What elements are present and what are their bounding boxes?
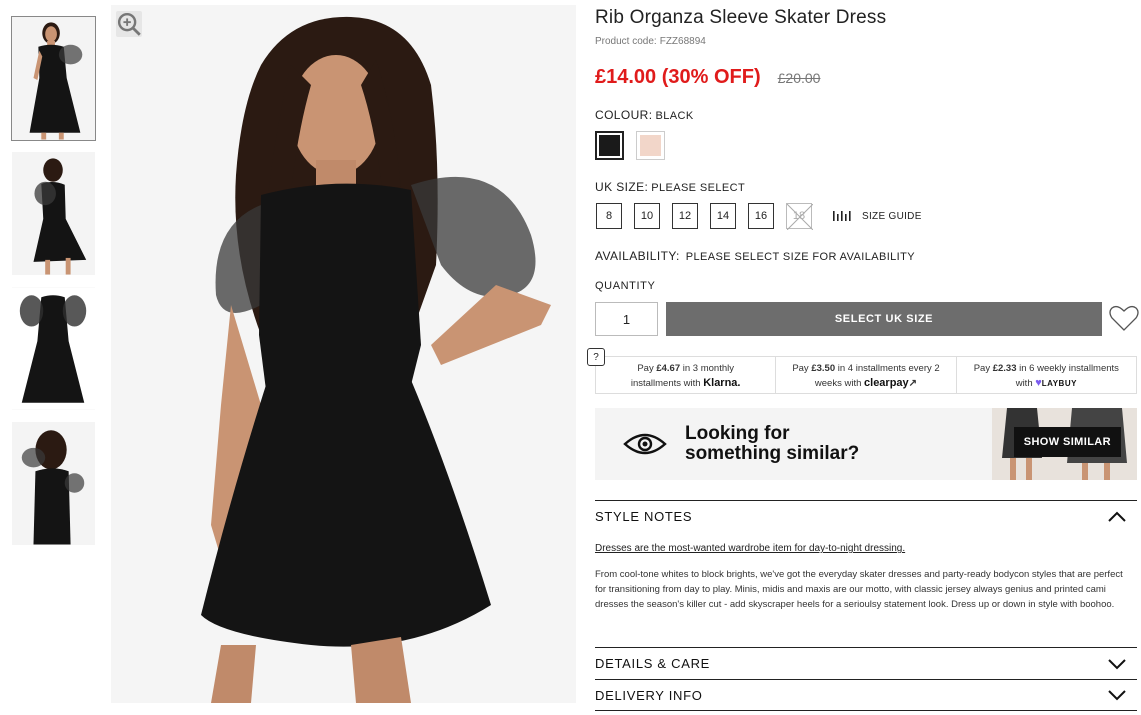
size-guide-label: SIZE GUIDE [862, 210, 922, 222]
chevron-down-icon [1107, 689, 1127, 701]
similar-line1: Looking for [685, 423, 790, 444]
ruler-icon [832, 210, 854, 222]
style-notes-title: STYLE NOTES [595, 509, 693, 524]
size-option-12[interactable]: 12 [672, 203, 698, 229]
details-care-accordion[interactable]: DETAILS & CARE [595, 647, 1137, 679]
clearpay-option[interactable]: Pay £3.50 in 4 installments every 2 week… [775, 356, 956, 394]
payment-options: Pay £4.67 in 3 monthly installments with… [595, 356, 1137, 394]
model-photo [111, 5, 576, 703]
colour-label-row: COLOUR: BLACK [595, 108, 694, 122]
unavailable-cross-icon [787, 204, 813, 230]
size-label: UK SIZE: [595, 180, 649, 194]
similar-photos: SHOW SIMILAR [992, 408, 1137, 480]
laybuy-logo: LAYBUY [1041, 379, 1077, 388]
size-options: 8 10 12 14 16 18 SIZE GUIDE [596, 203, 922, 230]
product-title: Rib Organza Sleeve Skater Dress [595, 7, 887, 28]
price-row: £14.00 (30% OFF) £20.00 [595, 66, 820, 89]
laybuy-mid: in 6 weekly installments [1016, 363, 1119, 374]
klarna-mid: in 3 monthly [680, 363, 734, 374]
klarna-pre: Pay [637, 363, 657, 374]
product-code-value: FZZ68894 [659, 36, 706, 47]
payment-help-button[interactable]: ? [587, 348, 605, 366]
klarna-amount: £4.67 [656, 363, 681, 374]
thumbnail-front-image [12, 17, 95, 140]
clearpay-amount: £3.50 [811, 363, 836, 374]
availability-row: AVAILABILITY: PLEASE SELECT SIZE FOR AVAI… [595, 249, 915, 263]
select-size-button[interactable]: SELECT UK SIZE [666, 302, 1102, 336]
quantity-input[interactable]: 1 [595, 302, 658, 336]
laybuy-amount: £2.33 [992, 363, 1017, 374]
size-option-14[interactable]: 14 [710, 203, 736, 229]
clearpay-line2: weeks with [814, 378, 865, 389]
similar-banner: Looking for something similar? SHOW SIMI… [595, 408, 1137, 480]
zoom-button[interactable] [116, 11, 142, 37]
size-label-row: UK SIZE: PLEASE SELECT [595, 180, 745, 194]
klarna-logo: Klarna. [703, 377, 741, 389]
size-option-8[interactable]: 8 [596, 203, 622, 229]
delivery-info-title: DELIVERY INFO [595, 687, 703, 703]
clearpay-logo: clearpay [864, 377, 909, 389]
product-code: Product code: FZZ68894 [595, 36, 706, 47]
laybuy-line2: with [1015, 378, 1036, 389]
thumbnail-back[interactable] [11, 421, 96, 546]
zoom-icon [117, 12, 141, 36]
main-product-image[interactable] [111, 5, 576, 703]
size-guide-link[interactable]: SIZE GUIDE [832, 210, 922, 222]
swatch-nude[interactable] [636, 131, 665, 160]
clearpay-mid: in 4 installments every 2 [835, 363, 940, 374]
eye-icon [623, 432, 667, 456]
clearpay-pre: Pay [792, 363, 812, 374]
thumbnail-flat-image [12, 287, 95, 410]
style-notes-heading: Dresses are the most-wanted wardrobe ite… [595, 543, 906, 554]
thumbnail-back-image [12, 422, 95, 545]
thumbnail-side-image [12, 152, 95, 275]
details-care-title: DETAILS & CARE [595, 656, 711, 671]
style-notes-body: From cool-tone whites to block brights, … [595, 569, 1123, 610]
chevron-up-icon [1107, 511, 1127, 523]
delivery-info-accordion[interactable]: DELIVERY INFO [595, 679, 1137, 711]
product-code-label: Product code: [595, 36, 657, 47]
swatch-nude-fill [640, 135, 661, 156]
laybuy-option[interactable]: Pay £2.33 in 6 weekly installments with … [955, 356, 1137, 394]
clearpay-arrow-icon: ↗ [908, 378, 918, 389]
thumbnail-gallery [11, 16, 97, 556]
show-similar-button[interactable]: SHOW SIMILAR [1013, 427, 1121, 457]
chevron-down-icon [1107, 658, 1127, 670]
colour-swatches [595, 131, 665, 160]
colour-label: COLOUR: [595, 108, 653, 122]
thumbnail-flat[interactable] [11, 286, 96, 411]
availability-label: AVAILABILITY: [595, 249, 680, 263]
similar-text: Looking for something similar? [685, 424, 859, 464]
swatch-black-fill [599, 135, 620, 156]
wishlist-button[interactable] [1109, 303, 1139, 333]
swatch-black[interactable] [595, 131, 624, 160]
sale-price: £14.00 (30% OFF) [595, 66, 761, 88]
klarna-option[interactable]: Pay £4.67 in 3 monthly installments with… [595, 356, 776, 394]
thumbnail-side[interactable] [11, 151, 96, 276]
heart-icon [1109, 305, 1139, 331]
quantity-label: QUANTITY [595, 280, 656, 292]
laybuy-pre: Pay [973, 363, 993, 374]
style-notes-accordion[interactable]: STYLE NOTES [595, 500, 1137, 532]
size-value: PLEASE SELECT [651, 182, 746, 194]
thumbnail-front[interactable] [11, 16, 96, 141]
size-option-10[interactable]: 10 [634, 203, 660, 229]
size-option-16[interactable]: 16 [748, 203, 774, 229]
colour-value: BLACK [655, 110, 694, 122]
klarna-line2: installments with [630, 378, 704, 389]
size-option-18-unavailable[interactable]: 18 [786, 203, 813, 230]
availability-value: PLEASE SELECT SIZE FOR AVAILABILITY [685, 251, 915, 263]
original-price: £20.00 [777, 70, 821, 86]
similar-line2: something similar? [685, 443, 860, 464]
